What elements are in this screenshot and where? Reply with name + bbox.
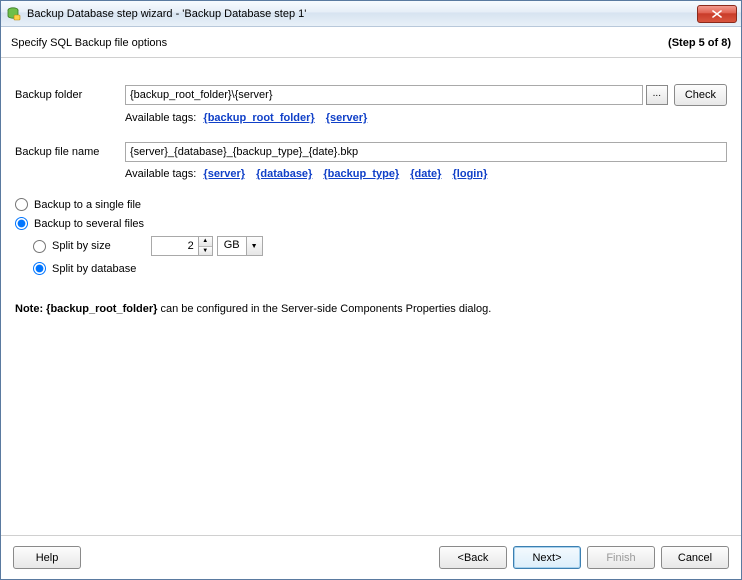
backup-folder-label: Backup folder (15, 89, 125, 101)
note-suffix: can be configured in the Server-side Com… (157, 303, 491, 315)
step-indicator: (Step 5 of 8) (668, 37, 731, 49)
chevron-down-icon[interactable]: ▼ (247, 236, 263, 256)
tag-fn-server[interactable]: {server} (203, 168, 245, 180)
radio-single-file-label: Backup to a single file (34, 199, 141, 211)
tag-fn-backup-type[interactable]: {backup_type} (323, 168, 399, 180)
note-bold: {backup_root_folder} (46, 303, 157, 315)
header-strip: Specify SQL Backup file options (Step 5 … (1, 27, 741, 58)
content-area: Backup folder ... Check Available tags: … (1, 58, 741, 535)
split-size-value[interactable] (151, 236, 199, 256)
radio-several-files[interactable]: Backup to several files (15, 217, 727, 230)
radio-several-files-input[interactable] (15, 217, 28, 230)
split-size-unit-value: GB (217, 236, 247, 256)
split-size-unit-select[interactable]: GB ▼ (217, 236, 263, 256)
page-subtitle: Specify SQL Backup file options (11, 37, 167, 49)
folder-tags-row: Available tags: {backup_root_folder} {se… (125, 110, 727, 124)
footer: Help <Back Next> Finish Cancel (1, 535, 741, 579)
filename-tags-label: Available tags: (125, 168, 196, 180)
tag-server[interactable]: {server} (326, 112, 368, 124)
backup-filename-label: Backup file name (15, 146, 125, 158)
wizard-window: Backup Database step wizard - 'Backup Da… (0, 0, 742, 580)
backup-mode-group: Backup to a single file Backup to severa… (15, 198, 727, 275)
radio-split-database[interactable]: Split by database (33, 262, 727, 275)
help-button[interactable]: Help (13, 546, 81, 569)
app-icon (5, 6, 21, 22)
radio-several-files-label: Backup to several files (34, 218, 144, 230)
titlebar: Backup Database step wizard - 'Backup Da… (1, 1, 741, 27)
close-button[interactable] (697, 5, 737, 23)
split-size-spinner: ▲ ▼ (151, 236, 213, 256)
radio-split-size-input[interactable] (33, 240, 46, 253)
finish-button: Finish (587, 546, 655, 569)
folder-tags-label: Available tags: (125, 112, 196, 124)
tag-backup-root-folder[interactable]: {backup_root_folder} (203, 112, 314, 124)
backup-filename-input[interactable] (125, 142, 727, 162)
spinner-down-icon[interactable]: ▼ (199, 247, 212, 256)
tag-fn-login[interactable]: {login} (453, 168, 488, 180)
tag-fn-date[interactable]: {date} (410, 168, 441, 180)
spinner-up-icon[interactable]: ▲ (199, 237, 212, 247)
radio-single-file[interactable]: Backup to a single file (15, 198, 727, 211)
next-button[interactable]: Next> (513, 546, 581, 569)
filename-tags-row: Available tags: {server} {database} {bac… (125, 166, 727, 180)
back-button[interactable]: <Back (439, 546, 507, 569)
radio-split-database-input[interactable] (33, 262, 46, 275)
browse-folder-button[interactable]: ... (646, 85, 668, 105)
radio-split-size-label: Split by size (52, 240, 111, 252)
backup-folder-input[interactable] (125, 85, 643, 105)
tag-fn-database[interactable]: {database} (256, 168, 312, 180)
cancel-button[interactable]: Cancel (661, 546, 729, 569)
check-button[interactable]: Check (674, 84, 727, 106)
radio-single-file-input[interactable] (15, 198, 28, 211)
radio-split-database-label: Split by database (52, 263, 136, 275)
note-prefix: Note: (15, 303, 46, 315)
radio-split-size-row: Split by size ▲ ▼ GB ▼ (33, 236, 727, 256)
note-line: Note: {backup_root_folder} can be config… (15, 303, 727, 315)
window-title: Backup Database step wizard - 'Backup Da… (27, 8, 697, 20)
